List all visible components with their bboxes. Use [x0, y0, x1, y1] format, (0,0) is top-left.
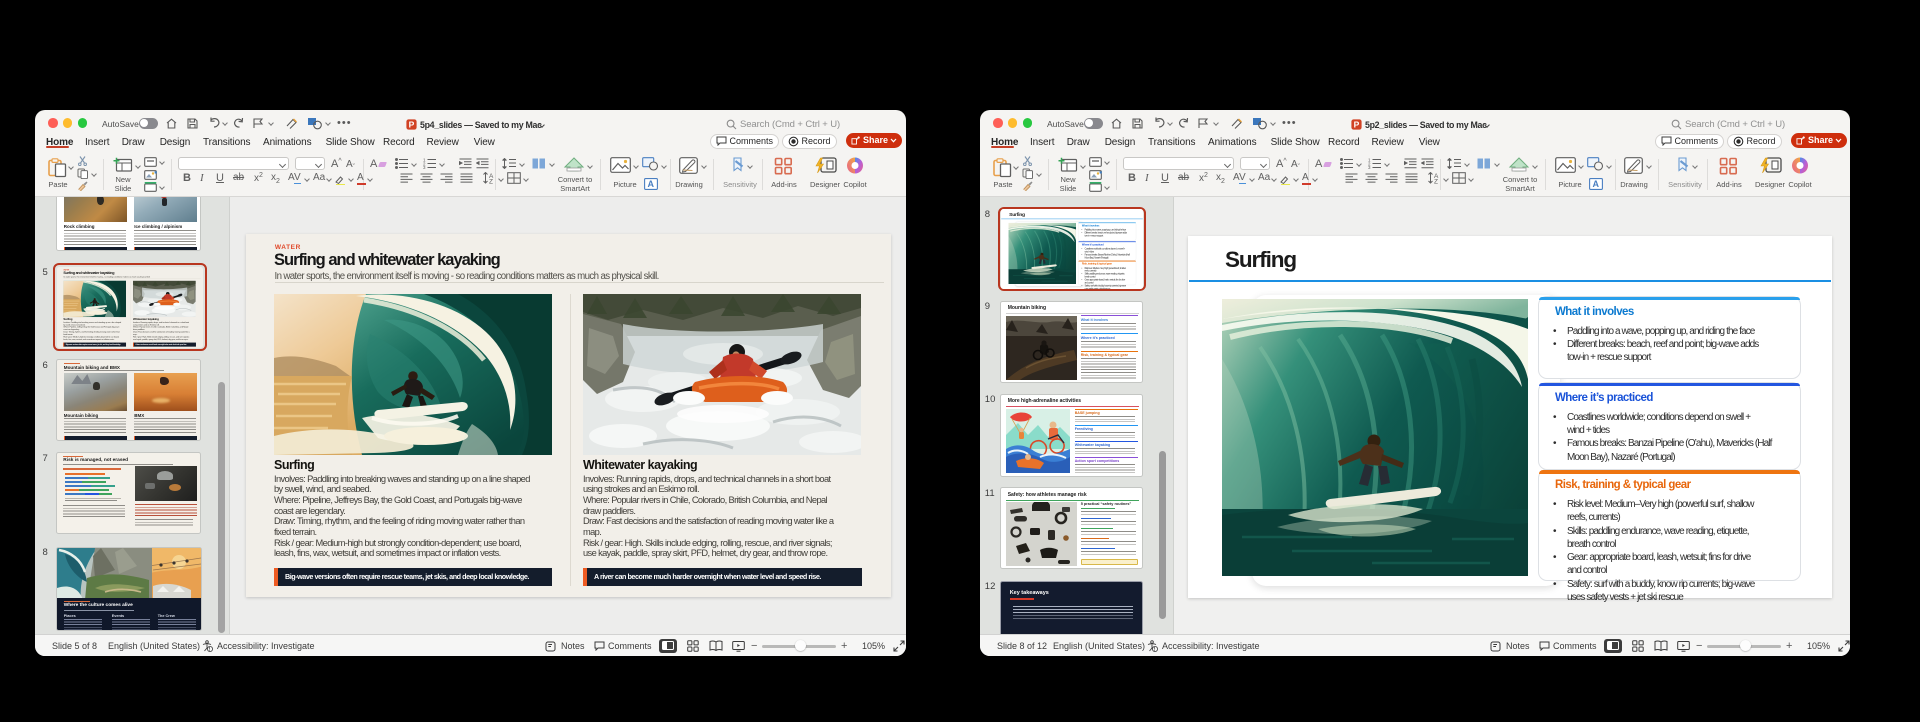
- svg-text:Z: Z: [1434, 179, 1438, 185]
- svg-text:3: 3: [423, 165, 426, 169]
- svg-text:3: 3: [1368, 165, 1371, 169]
- svg-text:A: A: [648, 179, 655, 189]
- svg-text:P: P: [409, 120, 415, 130]
- svg-text:Z: Z: [489, 179, 493, 185]
- svg-text:P: P: [1354, 120, 1360, 130]
- svg-text:A: A: [1593, 179, 1600, 189]
